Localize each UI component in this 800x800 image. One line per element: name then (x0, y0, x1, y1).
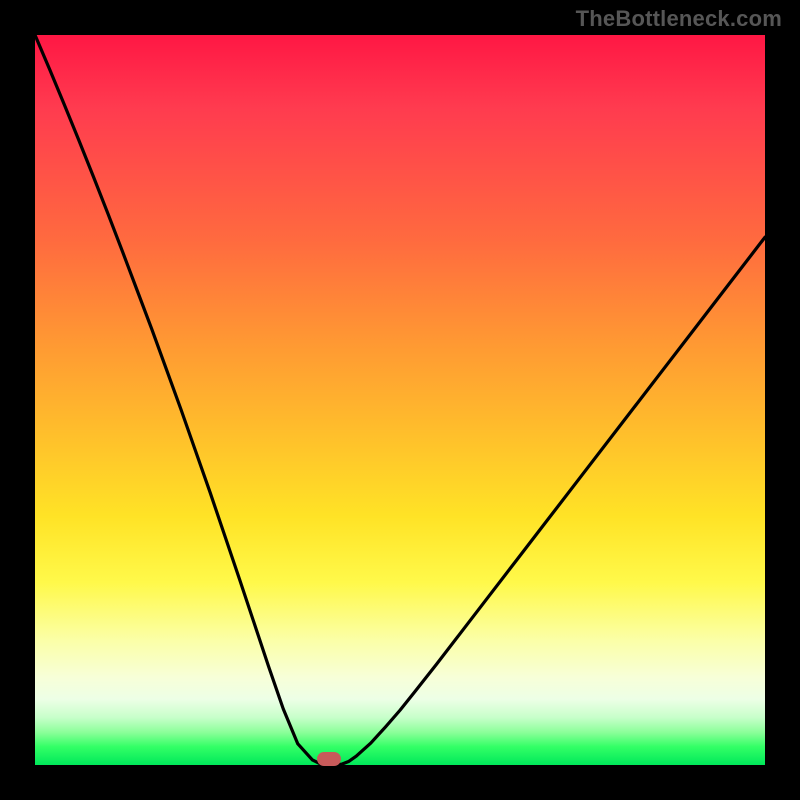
bottleneck-marker (317, 752, 341, 766)
bottleneck-curve (35, 35, 765, 765)
plot-area (35, 35, 765, 765)
chart-frame: TheBottleneck.com (0, 0, 800, 800)
attribution-text: TheBottleneck.com (576, 6, 782, 32)
